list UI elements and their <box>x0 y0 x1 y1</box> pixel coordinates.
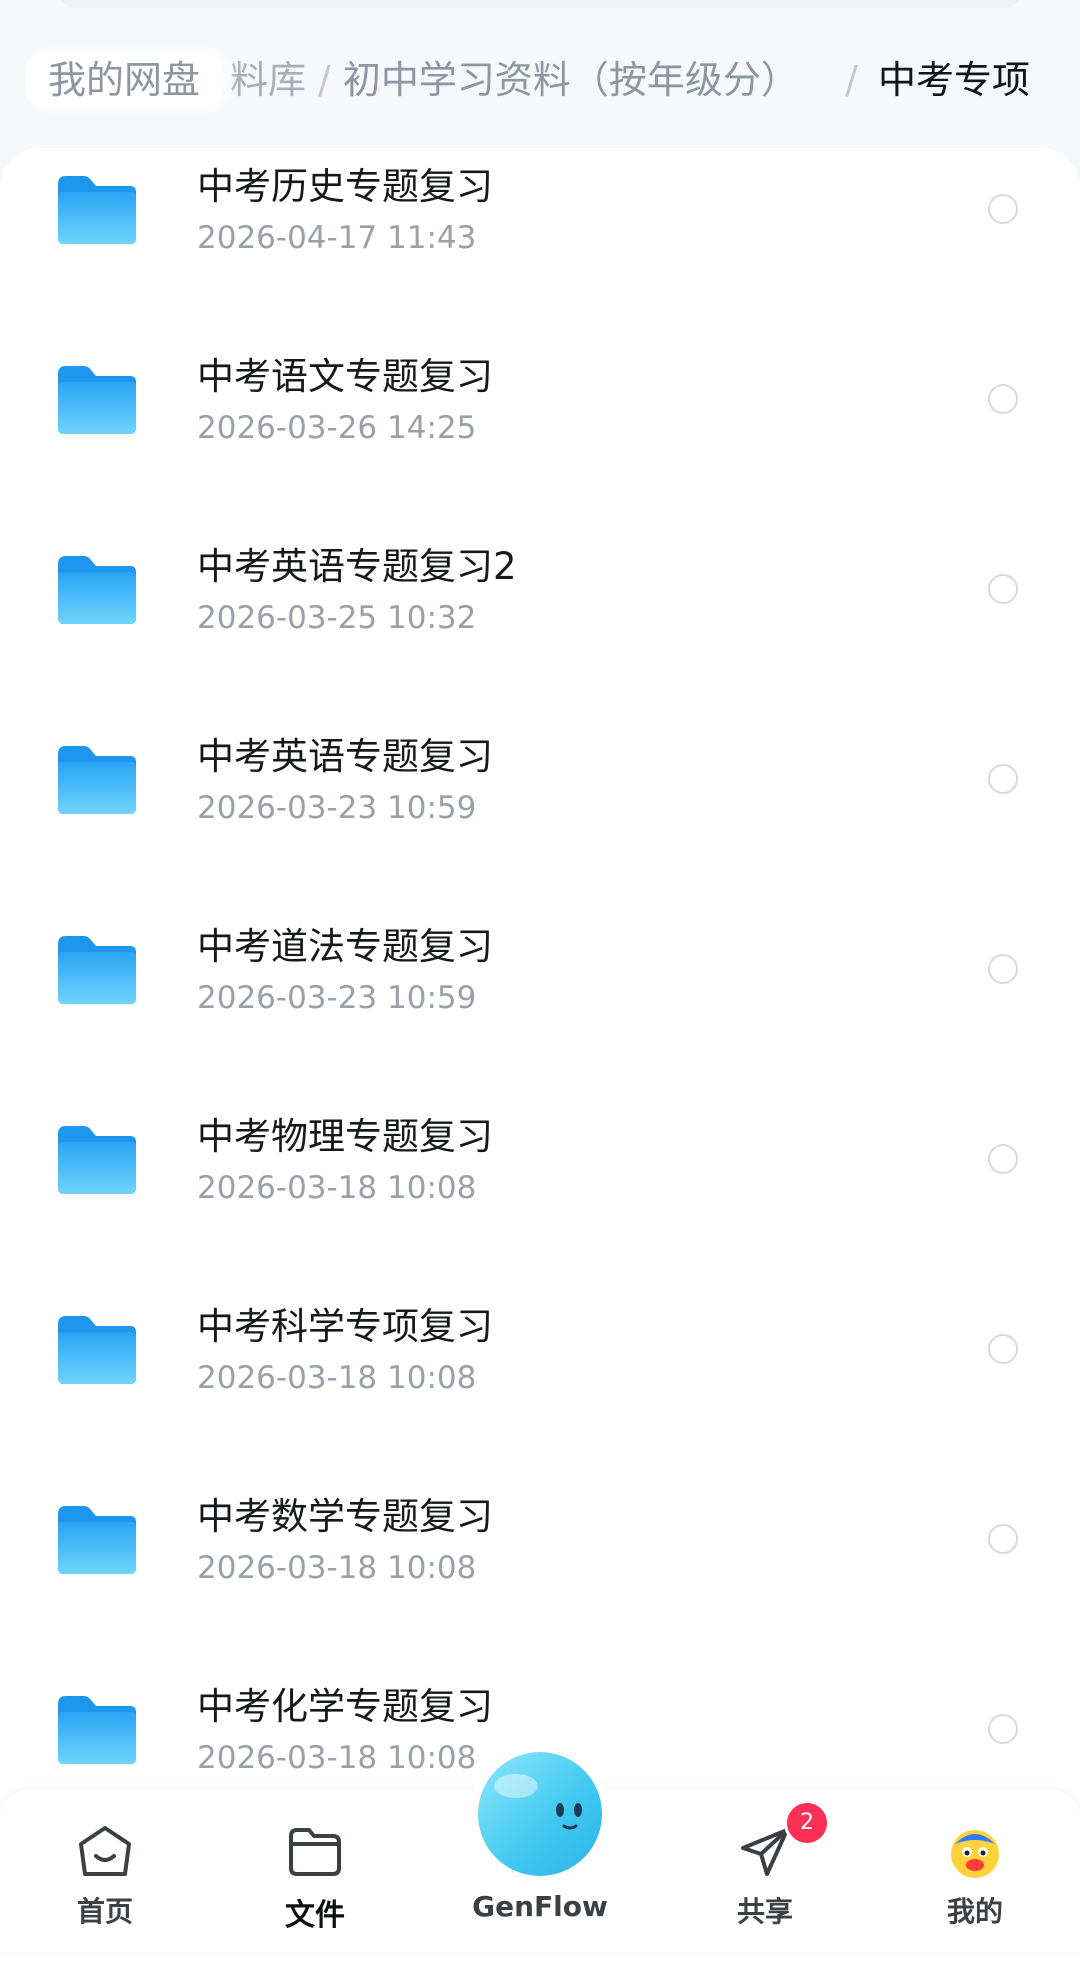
select-checkbox[interactable] <box>988 1334 1018 1364</box>
folder-name: 中考英语专题复习2 <box>197 545 517 588</box>
folder-date: 2026-03-23 10:59 <box>197 980 477 1016</box>
breadcrumb-current-label: 中考专项 <box>877 58 1030 102</box>
folder-date: 2026-03-26 14:25 <box>197 410 477 446</box>
file-row[interactable]: 中考科学专项复习 2026-03-18 10:08 <box>0 1290 1080 1480</box>
select-checkbox[interactable] <box>988 194 1018 224</box>
folder-name: 中考物理专题复习 <box>197 1115 493 1158</box>
breadcrumb-root[interactable]: 我的网盘 <box>26 52 223 108</box>
avatar-icon <box>951 1830 999 1878</box>
tab-home-label: 首页 <box>76 1895 133 1928</box>
select-checkbox[interactable] <box>988 764 1018 794</box>
folder-date: 2026-03-18 10:08 <box>197 1170 477 1206</box>
folder-date: 2026-03-25 10:32 <box>197 600 477 636</box>
tab-genflow-label[interactable]: GenFlow <box>440 1890 640 1923</box>
folder-icon <box>58 176 136 244</box>
tab-mine[interactable]: 我的 <box>900 1790 1050 1940</box>
folder-date: 2026-03-18 10:08 <box>197 1360 477 1396</box>
breadcrumb-current: / 中考专项 <box>835 44 1030 116</box>
breadcrumb-trail: 料库 / 初中学习资料（按年级分） <box>230 44 799 116</box>
file-row[interactable]: 中考数学专题复习 2026-03-18 10:08 <box>0 1480 1080 1670</box>
folder-icon <box>58 366 136 434</box>
folder-icon <box>58 1506 136 1574</box>
tab-share-label: 共享 <box>736 1895 793 1928</box>
breadcrumb-item[interactable]: 料库 <box>230 58 306 102</box>
folder-date: 2026-03-18 10:08 <box>197 1740 477 1776</box>
folder-name: 中考科学专项复习 <box>197 1305 493 1348</box>
breadcrumb-item[interactable]: 初中学习资料（按年级分） <box>343 58 799 102</box>
folder-icon <box>58 1696 136 1764</box>
file-row[interactable]: 中考道法专题复习 2026-03-23 10:59 <box>0 910 1080 1100</box>
file-row[interactable]: 中考英语专题复习2 2026-03-25 10:32 <box>0 530 1080 720</box>
folder-name: 中考道法专题复习 <box>197 925 493 968</box>
folder-date: 2026-04-17 11:43 <box>197 220 477 256</box>
folder-icon <box>58 936 136 1004</box>
file-row[interactable]: 中考历史专题复习 2026-04-17 11:43 <box>0 150 1080 340</box>
file-row[interactable]: 中考物理专题复习 2026-03-18 10:08 <box>0 1100 1080 1290</box>
select-checkbox[interactable] <box>988 1714 1018 1744</box>
file-row[interactable]: 中考英语专题复习 2026-03-23 10:59 <box>0 720 1080 910</box>
tab-home[interactable]: 首页 <box>30 1790 180 1940</box>
folder-tab-icon <box>289 1828 341 1876</box>
folder-date: 2026-03-18 10:08 <box>197 1550 477 1586</box>
tab-files[interactable]: 文件 <box>240 1790 390 1940</box>
folder-icon <box>58 556 136 624</box>
tab-files-label: 文件 <box>285 1898 345 1933</box>
folder-name: 中考英语专题复习 <box>197 735 493 778</box>
select-checkbox[interactable] <box>988 574 1018 604</box>
folder-name: 中考语文专题复习 <box>197 355 493 398</box>
folder-icon <box>58 1316 136 1384</box>
file-row[interactable]: 中考语文专题复习 2026-03-26 14:25 <box>0 340 1080 530</box>
select-checkbox[interactable] <box>988 1144 1018 1174</box>
breadcrumb-separator: / <box>318 58 331 102</box>
breadcrumb: 料库 / 初中学习资料（按年级分） 我的网盘 / 中考专项 <box>0 44 1080 116</box>
top-panel-edge <box>55 0 1025 8</box>
folder-icon <box>58 1126 136 1194</box>
genflow-mascot-icon[interactable] <box>476 1750 604 1878</box>
breadcrumb-separator: / <box>845 58 858 102</box>
folder-date: 2026-03-23 10:59 <box>197 790 477 826</box>
folder-icon <box>58 746 136 814</box>
tab-mine-label: 我的 <box>946 1895 1003 1928</box>
share-badge: 2 <box>784 1800 830 1846</box>
select-checkbox[interactable] <box>988 954 1018 984</box>
home-icon <box>79 1826 131 1876</box>
folder-name: 中考数学专题复习 <box>197 1495 493 1538</box>
folder-name: 中考历史专题复习 <box>197 165 493 208</box>
folder-name: 中考化学专题复习 <box>197 1685 493 1728</box>
select-checkbox[interactable] <box>988 384 1018 414</box>
select-checkbox[interactable] <box>988 1524 1018 1554</box>
